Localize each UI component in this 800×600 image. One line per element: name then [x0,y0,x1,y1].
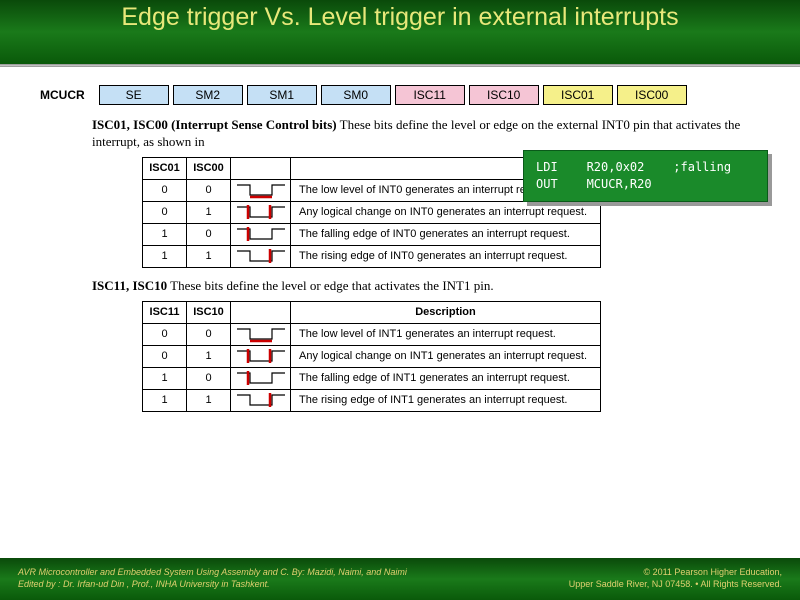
wave-rising-icon [232,390,290,410]
register-diagram: MCUCR SE SM2 SM1 SM0 ISC11 ISC10 ISC01 I… [40,85,768,105]
register-name: MCUCR [40,88,85,102]
wave-low-icon [232,324,290,344]
th-desc: Description [291,301,601,323]
footer-right: © 2011 Pearson Higher Education, Upper S… [569,567,782,590]
footer-address: Upper Saddle River, NJ 07458. • All Righ… [569,579,782,591]
slide-footer: AVR Microcontroller and Embedded System … [0,558,800,600]
bit-sm0: SM0 [321,85,391,105]
th-isc10: ISC10 [187,301,231,323]
footer-editor: Edited by : Dr. Irfan-ud Din , Prof., IN… [18,579,407,591]
wave-falling-icon [232,368,290,388]
table-row: 10The falling edge of INT1 generates an … [143,367,601,389]
wave-rising-icon [232,246,290,266]
footer-book: AVR Microcontroller and Embedded System … [18,567,407,579]
table-int1: ISC11ISC10 Description 00The low level of… [142,301,601,412]
wave-low-icon [232,180,290,200]
th-wave [231,301,291,323]
bit-isc00: ISC00 [617,85,687,105]
table-row: 11The rising edge of INT0 generates an i… [143,245,601,267]
bit-se: SE [99,85,169,105]
code-overlay: LDI R20,0x02 ;falling OUT MCUCR,R20 [523,150,768,202]
th-isc01: ISC01 [143,157,187,179]
desc-isc1-text: These bits define the level or edge that… [167,278,493,293]
table-row: 01Any logical change on INT0 generates a… [143,201,601,223]
wave-falling-icon [232,224,290,244]
slide-body: MCUCR SE SM2 SM1 SM0 ISC11 ISC10 ISC01 I… [0,67,800,412]
table-row: 11The rising edge of INT1 generates an i… [143,389,601,411]
wave-change-icon [232,346,290,366]
table-row: 01Any logical change on INT1 generates a… [143,345,601,367]
bit-isc11: ISC11 [395,85,465,105]
th-wave [231,157,291,179]
bit-sm1: SM1 [247,85,317,105]
th-isc00: ISC00 [187,157,231,179]
bit-isc10: ISC10 [469,85,539,105]
bit-isc01: ISC01 [543,85,613,105]
desc-isc0: ISC01, ISC00 (Interrupt Sense Control bi… [92,117,768,151]
desc-isc1: ISC11, ISC10 These bits define the level… [92,278,768,295]
table-row: 10The falling edge of INT0 generates an … [143,223,601,245]
table-row: 00The low level of INT1 generates an int… [143,323,601,345]
desc-isc1-bold: ISC11, ISC10 [92,278,167,293]
bit-sm2: SM2 [173,85,243,105]
footer-left: AVR Microcontroller and Embedded System … [18,567,407,590]
slide-title: Edge trigger Vs. Level trigger in extern… [0,0,800,64]
wave-change-icon [232,202,290,222]
footer-copyright: © 2011 Pearson Higher Education, [569,567,782,579]
th-isc11: ISC11 [143,301,187,323]
desc-isc0-bold: ISC01, ISC00 (Interrupt Sense Control bi… [92,117,337,132]
